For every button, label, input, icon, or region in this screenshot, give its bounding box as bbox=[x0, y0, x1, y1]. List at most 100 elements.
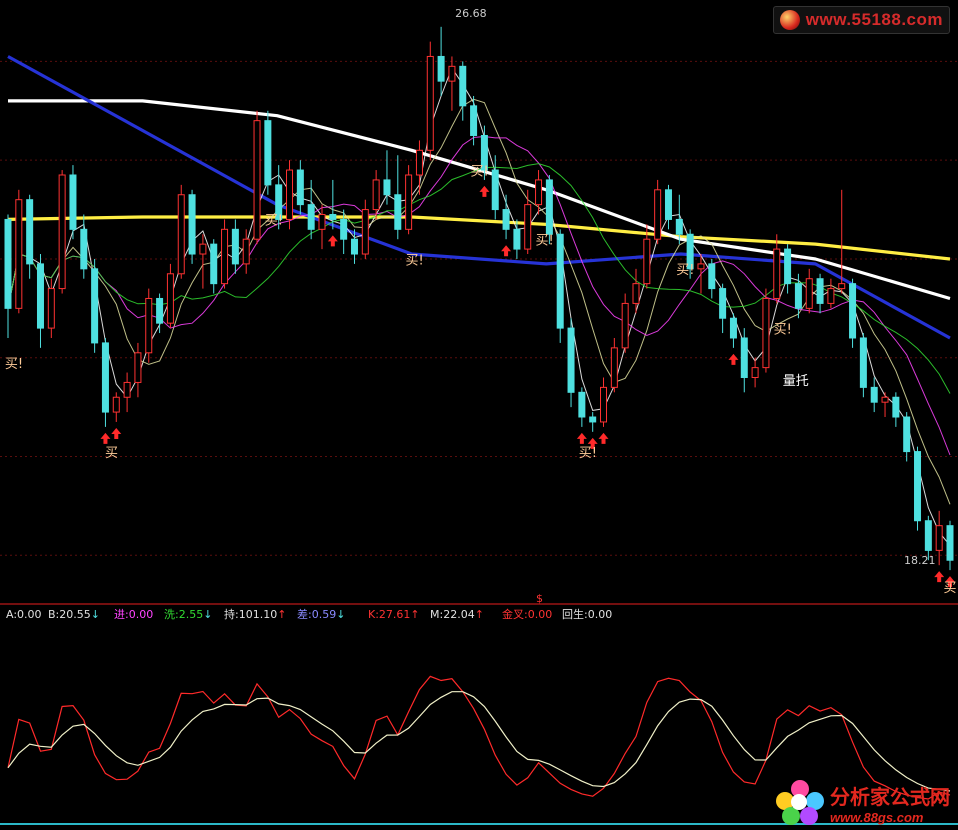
candle-up bbox=[805, 278, 813, 309]
candle-up bbox=[123, 381, 131, 398]
candle-down bbox=[4, 218, 12, 309]
candle-up bbox=[535, 179, 543, 206]
candle-down bbox=[794, 283, 802, 309]
candle-up bbox=[372, 179, 380, 211]
candle-down bbox=[101, 342, 109, 413]
candle-down bbox=[36, 263, 44, 329]
legend-item: A:0.00 bbox=[6, 608, 42, 621]
watermark-88gs: 分析家公式网 www.88gs.com bbox=[776, 780, 950, 826]
candle-up bbox=[145, 297, 153, 354]
ma-line-yellow bbox=[7, 215, 951, 261]
candle-down bbox=[556, 233, 564, 329]
candle-down bbox=[80, 228, 88, 270]
candle-up bbox=[621, 302, 629, 349]
high-price-label: 26.68 bbox=[455, 7, 487, 20]
candle-down bbox=[91, 268, 99, 344]
candle-up bbox=[112, 396, 120, 413]
candle-up bbox=[610, 347, 618, 388]
candle-down bbox=[870, 386, 878, 403]
candle-down bbox=[156, 297, 164, 324]
buy-arrow-icon bbox=[479, 185, 490, 197]
candle-up bbox=[177, 194, 185, 275]
buy-label: 买! bbox=[579, 446, 597, 461]
ma-line-white bbox=[8, 99, 951, 301]
watermark-name: 分析家公式网 bbox=[830, 785, 950, 809]
buy-arrow-icon bbox=[576, 432, 587, 444]
candle-down bbox=[491, 169, 499, 211]
buy-arrow-icon bbox=[111, 427, 122, 439]
candle-up bbox=[881, 396, 889, 403]
buy-label: 买 bbox=[943, 581, 956, 596]
candle-down bbox=[329, 214, 337, 220]
legend-item: 回生:0.00 bbox=[562, 607, 612, 621]
candle-down bbox=[307, 204, 315, 230]
candle-down bbox=[437, 55, 445, 82]
candle-down bbox=[394, 194, 402, 230]
candle-down bbox=[729, 317, 737, 339]
buy-label: 买! bbox=[406, 253, 424, 268]
buy-arrow-icon bbox=[327, 235, 338, 247]
legend-item: 金叉:0.00 bbox=[502, 607, 552, 621]
candle-down bbox=[459, 65, 467, 107]
flower-logo-icon bbox=[776, 780, 824, 826]
candle-up bbox=[827, 288, 835, 304]
candle-up bbox=[47, 288, 55, 329]
candle-down bbox=[589, 416, 597, 423]
candle-up bbox=[838, 283, 846, 290]
candle-up bbox=[221, 228, 229, 285]
globe-icon bbox=[779, 10, 800, 30]
candle-up bbox=[935, 525, 943, 551]
candle-down bbox=[340, 218, 348, 240]
candle-down bbox=[892, 396, 900, 418]
buy-label: 买 bbox=[105, 446, 118, 461]
candle-up bbox=[600, 386, 608, 423]
candle-down bbox=[350, 238, 358, 255]
buy-label: 买! bbox=[5, 357, 23, 372]
candle-up bbox=[134, 352, 142, 383]
candle-up bbox=[643, 238, 651, 285]
candle-up bbox=[199, 243, 207, 255]
candle-down bbox=[903, 416, 911, 453]
candle-up bbox=[632, 283, 640, 304]
candle-down bbox=[740, 337, 748, 378]
candle-up bbox=[286, 169, 294, 220]
panel-marker: $ bbox=[536, 592, 543, 605]
candle-up bbox=[405, 174, 413, 230]
buy-arrow-icon bbox=[598, 432, 609, 444]
candle-down bbox=[231, 228, 239, 265]
candle-up bbox=[253, 120, 261, 240]
watermark-url-bottom: www.88gs.com bbox=[830, 810, 924, 825]
annotation-label: 量托 bbox=[783, 374, 809, 389]
legend-item: 洗:2.55↓ bbox=[164, 608, 212, 621]
candle-up bbox=[524, 204, 532, 250]
price-labels: 26.68 18.21 量托 bbox=[455, 7, 935, 567]
candle-down bbox=[914, 451, 922, 522]
candle-down bbox=[664, 189, 672, 220]
legend-item: 持:101.10↑ bbox=[224, 607, 286, 621]
candle-down bbox=[470, 105, 478, 136]
candle-up bbox=[697, 263, 705, 270]
candle-up bbox=[318, 214, 326, 230]
watermark-url-top: www.55188.com bbox=[805, 10, 943, 29]
candle-down bbox=[859, 337, 867, 388]
buy-label: 买! bbox=[265, 214, 283, 229]
legend-item: M:22.04↑ bbox=[430, 608, 484, 621]
candle-up bbox=[166, 273, 174, 324]
candle-down bbox=[502, 209, 510, 230]
buy-label: 买! bbox=[676, 263, 694, 278]
candle-up bbox=[15, 199, 23, 309]
candle-up bbox=[242, 238, 250, 265]
watermark-55188: www.55188.com bbox=[772, 6, 950, 34]
candle-up bbox=[361, 209, 369, 255]
legend-item: B:20.55↓ bbox=[48, 608, 100, 621]
candle-down bbox=[545, 179, 553, 235]
candle-down bbox=[264, 120, 272, 186]
indicator-legend: A:0.00 B:20.55↓ 进:0.00 洗:2.55↓ 持:101.10↑ 差:0.… bbox=[6, 592, 612, 621]
candle-down bbox=[708, 263, 716, 290]
buy-arrow-icon bbox=[100, 432, 111, 444]
candle-down bbox=[816, 278, 824, 304]
buy-label: 买! bbox=[535, 234, 553, 249]
buy-arrow-icon bbox=[501, 245, 512, 257]
buy-label: 买! bbox=[470, 164, 488, 179]
candle-down bbox=[210, 243, 218, 285]
